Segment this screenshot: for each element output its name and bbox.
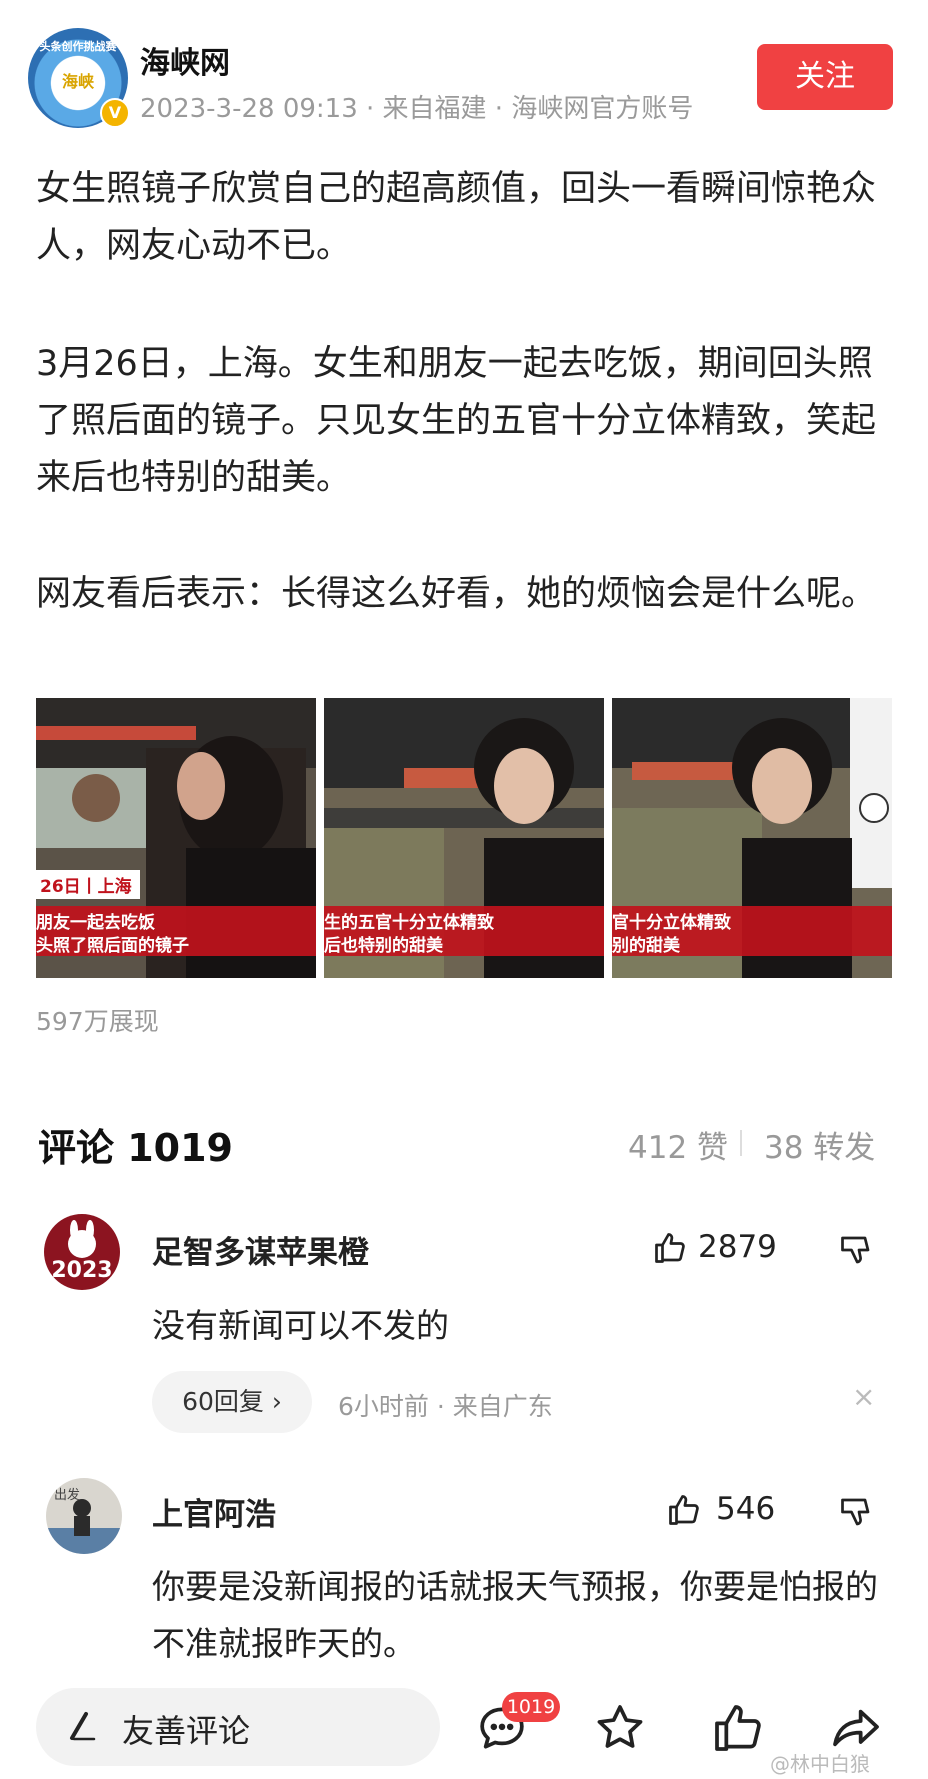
image-1-caption-2: 头照了照后面的镜子 — [36, 936, 189, 956]
thumbs-up-icon[interactable] — [652, 1230, 688, 1266]
comment-2-like-count: 546 — [716, 1491, 776, 1527]
comment-1-avatar[interactable]: 2023 — [44, 1214, 120, 1290]
comment-input-placeholder: 友善评论 — [122, 1712, 251, 1750]
comment-1-replies-button[interactable]: 60回复 › — [152, 1371, 312, 1433]
follow-button[interactable]: 关注 — [757, 44, 893, 110]
avatar-logo-text: 海峡 — [61, 72, 94, 91]
article-paragraph-3: 网友看后表示：长得这么好看，她的烦恼会是什么呢。 — [36, 574, 877, 614]
thumbs-up-icon[interactable] — [710, 1700, 766, 1756]
author-name[interactable]: 海峡网 — [140, 38, 230, 82]
article-paragraph-1: 女生照镜子欣赏自己的超高颜值，回头一看瞬间惊艳众人，网友心动不已。 — [36, 169, 877, 266]
thumbs-down-icon[interactable] — [838, 1494, 874, 1530]
verified-badge: V — [100, 98, 130, 128]
image-3-caption-2: 别的甜美 — [612, 936, 680, 956]
image-1-caption-1: 朋友一起去吃饭 — [36, 913, 155, 933]
article-image-1[interactable]: 26日丨上海 朋友一起去吃饭 头照了照后面的镜子 — [36, 698, 316, 978]
article-image-2[interactable]: 生的五官十分立体精致 后也特别的甜美 — [324, 698, 604, 978]
comment-2-text: 你要是没新闻报的话就报天气预报，你要是怕报的不准就报昨天的。 — [152, 1567, 878, 1663]
post-meta: 2023-3-28 09:13 · 来自福建 · 海峡网官方账号 — [140, 94, 694, 124]
comments-title: 评论 1019 — [38, 1126, 233, 1170]
image-2-caption-1: 生的五官十分立体精致 — [324, 913, 494, 933]
view-count: 597万展现 — [36, 1007, 159, 1036]
comment-2-avatar-text: 出发 — [54, 1488, 81, 1503]
article-like-count[interactable]: 412 赞 — [628, 1122, 728, 1167]
thumbs-down-icon[interactable] — [838, 1232, 874, 1268]
comment-count-badge: 1019 — [502, 1692, 560, 1722]
comment-1-time-location: 6小时前 · 来自广东 — [338, 1392, 553, 1421]
comment-1-username[interactable]: 足智多谋苹果橙 — [152, 1227, 369, 1272]
article-paragraph-2: 3月26日，上海。女生和朋友一起去吃饭，期间回头照了照后面的镜子。只见女生的五官… — [36, 344, 877, 498]
comment-2-username[interactable]: 上官阿浩 — [152, 1489, 276, 1534]
comment-2-avatar[interactable]: 出发 — [46, 1478, 122, 1554]
watermark: @林中白狼 — [770, 1752, 870, 1776]
pen-icon — [68, 1710, 98, 1750]
close-icon[interactable]: × — [852, 1380, 875, 1413]
comment-1-like-count: 2879 — [698, 1229, 777, 1265]
star-icon[interactable] — [592, 1700, 648, 1756]
avatar-ring-text: 头条创作挑战赛 — [39, 40, 117, 53]
comment-input[interactable]: 友善评论 — [36, 1688, 440, 1766]
image-3-caption-1: 官十分立体精致 — [612, 913, 731, 933]
thumbs-up-icon[interactable] — [666, 1492, 702, 1528]
stats-divider — [740, 1130, 742, 1156]
comment-1-avatar-text: 2023 — [51, 1258, 113, 1283]
author-avatar[interactable]: 头条创作挑战赛 海峡 V — [28, 28, 130, 128]
image-2-caption-2: 后也特别的甜美 — [324, 936, 443, 956]
article-share-count[interactable]: 38 转发 — [764, 1122, 875, 1167]
article-image-3[interactable]: 官十分立体精致 别的甜美 — [612, 698, 892, 978]
comment-1-text: 没有新闻可以不发的 — [152, 1306, 449, 1345]
image-1-date-tag: 26日丨上海 — [36, 870, 140, 899]
